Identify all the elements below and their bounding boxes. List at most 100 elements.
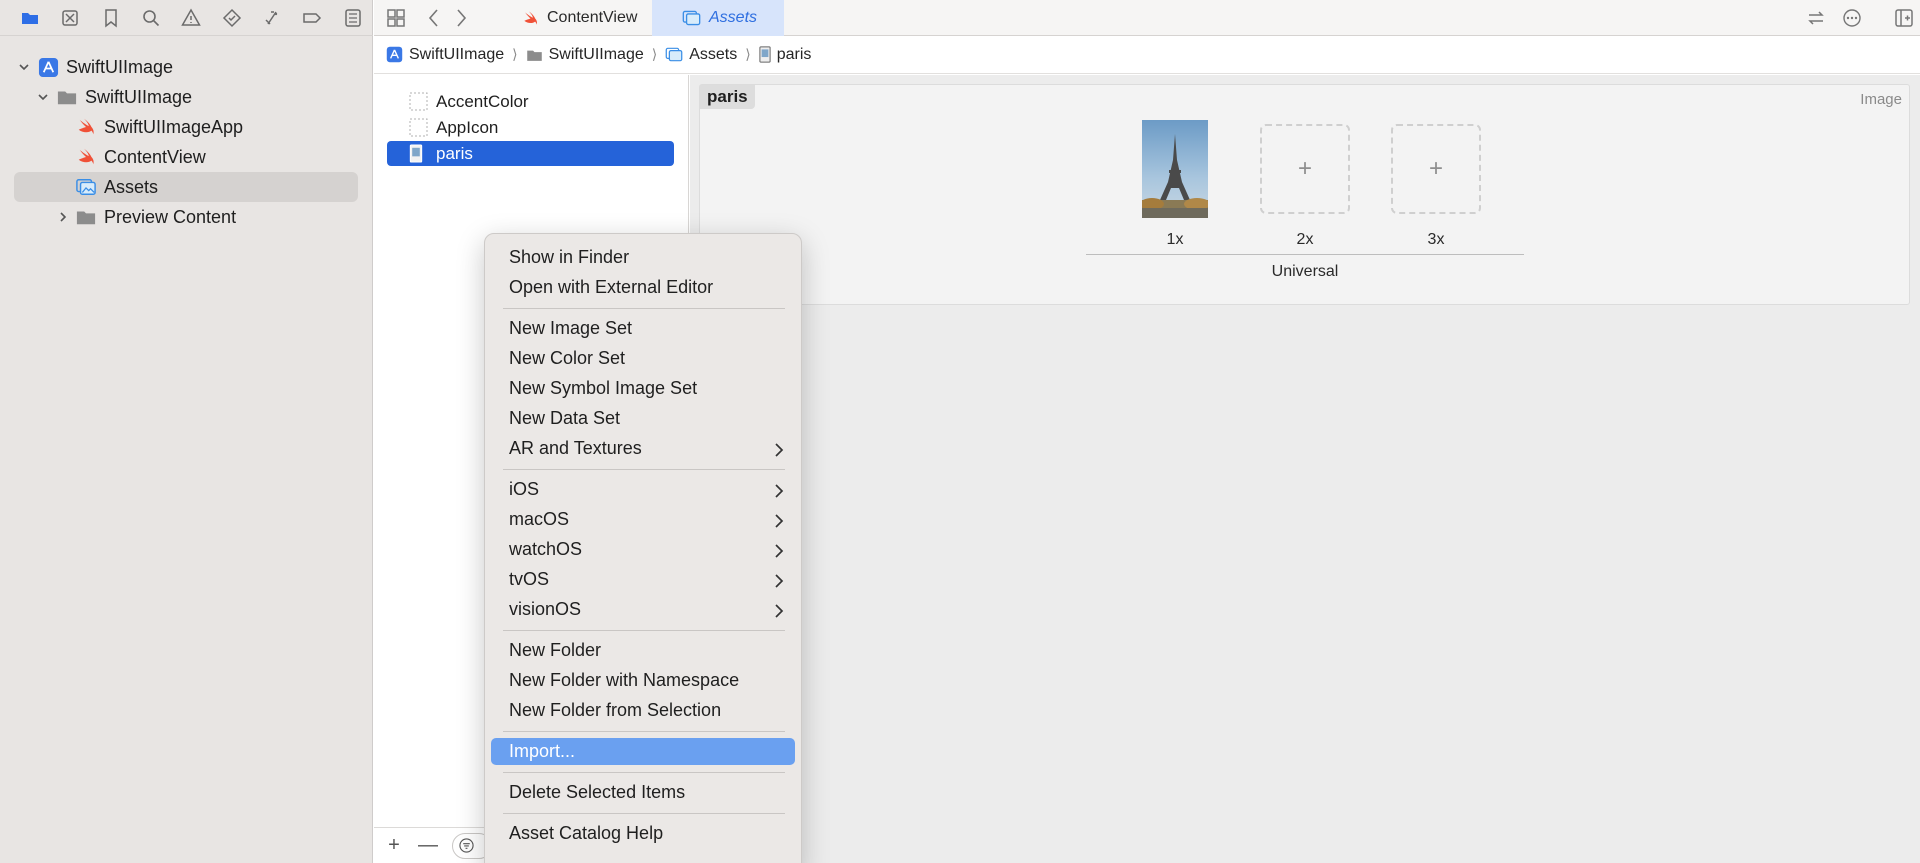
breadcrumb-label: Assets — [689, 45, 738, 63]
image-set-type: Image — [1860, 91, 1902, 108]
app-icon-set-icon — [409, 118, 428, 137]
asset-catalog-icon — [682, 9, 701, 27]
debug-icon[interactable] — [252, 0, 292, 36]
forward-chevron-icon[interactable] — [451, 0, 471, 36]
tree-item-group[interactable]: Preview Content — [0, 202, 372, 232]
menu-separator — [503, 731, 785, 732]
menu-item-label: iOS — [509, 479, 540, 499]
disclosure-collapsed-icon[interactable] — [55, 209, 71, 225]
folder-icon[interactable] — [10, 0, 50, 36]
menu-item-label: New Folder — [509, 640, 602, 660]
swift-icon — [522, 10, 539, 27]
source-control-icon[interactable] — [50, 0, 90, 36]
test-diamond-icon[interactable] — [212, 0, 252, 36]
tab-contentview[interactable]: ContentView — [508, 0, 648, 36]
swift-icon — [75, 146, 97, 168]
menu-item-open-with-external-editor[interactable]: Open with External Editor — [491, 274, 795, 301]
menu-separator — [503, 772, 785, 773]
asset-item-paris[interactable]: paris — [387, 141, 674, 166]
menu-item-new-color-set[interactable]: New Color Set — [491, 345, 795, 372]
menu-item-ios[interactable]: iOS — [491, 476, 795, 503]
menu-item-macos[interactable]: macOS — [491, 506, 795, 533]
breadcrumb-separator: ⟩ — [745, 46, 751, 62]
swap-arrows-icon[interactable] — [1804, 0, 1828, 36]
breadcrumb-label: SwiftUIImage — [409, 45, 505, 63]
chevron-right-icon — [773, 602, 785, 618]
color-set-icon — [409, 92, 428, 111]
menu-item-label: Open with External Editor — [509, 277, 714, 297]
tab-assets[interactable]: Assets — [652, 0, 784, 36]
menu-item-label: New Data Set — [509, 408, 621, 428]
menu-item-new-symbol-image-set[interactable]: New Symbol Image Set — [491, 375, 795, 402]
asset-item-label: AppIcon — [436, 117, 499, 137]
menu-item-new-folder-from-selection[interactable]: New Folder from Selection — [491, 697, 795, 724]
tree-item-file[interactable]: ContentView — [0, 142, 372, 172]
more-options-icon[interactable] — [1840, 0, 1864, 36]
menu-item-new-image-set[interactable]: New Image Set — [491, 315, 795, 342]
tree-item-label: Preview Content — [104, 206, 237, 227]
breadcrumb-separator: ⟩ — [512, 46, 518, 62]
tab-label: ContentView — [547, 9, 638, 26]
menu-item-show-in-finder[interactable]: Show in Finder — [491, 244, 795, 271]
report-icon[interactable] — [333, 0, 373, 36]
folder-icon — [56, 86, 78, 108]
tree-item-file[interactable]: SwiftUIImageApp — [0, 112, 372, 142]
breakpoint-icon[interactable] — [292, 0, 332, 36]
asset-item-label: paris — [436, 143, 473, 163]
menu-item-label: New Image Set — [509, 318, 633, 338]
menu-item-ar-and-textures[interactable]: AR and Textures — [491, 435, 795, 462]
back-chevron-icon[interactable] — [424, 0, 444, 36]
app-project-icon — [37, 56, 59, 78]
menu-item-visionos[interactable]: visionOS — [491, 596, 795, 623]
chevron-right-icon — [773, 441, 785, 457]
navigator-toolbar — [0, 0, 373, 36]
warning-icon[interactable] — [171, 0, 211, 36]
breadcrumb-item[interactable]: SwiftUIImage — [526, 46, 644, 64]
filter-icon — [459, 838, 474, 853]
add-icon[interactable]: + — [384, 834, 404, 856]
menu-item-tvos[interactable]: tvOS — [491, 566, 795, 593]
tree-item-label: SwiftUIImage — [66, 56, 174, 77]
tree-item-project[interactable]: SwiftUIImage — [0, 52, 372, 82]
slot-label-3x: 3x — [1427, 231, 1445, 248]
menu-item-label: Asset Catalog Help — [509, 823, 664, 843]
slot-2x[interactable]: + — [1260, 124, 1350, 214]
menu-separator — [503, 469, 785, 470]
image-thumbnail-1x[interactable] — [1142, 120, 1208, 218]
image-set-icon — [759, 46, 771, 63]
asset-item-appicon[interactable]: AppIcon — [387, 115, 674, 140]
tree-item-label: ContentView — [104, 146, 206, 167]
menu-item-import[interactable]: Import... — [491, 738, 795, 765]
disclosure-expanded-icon[interactable] — [35, 89, 51, 105]
menu-item-watchos[interactable]: watchOS — [491, 536, 795, 563]
breadcrumb-item[interactable]: paris — [759, 46, 811, 64]
menu-item-asset-catalog-help[interactable]: Asset Catalog Help — [491, 820, 795, 847]
add-editor-icon[interactable] — [1892, 0, 1916, 36]
folder-icon — [75, 206, 97, 228]
bookmark-icon[interactable] — [91, 0, 131, 36]
menu-item-label: watchOS — [509, 539, 583, 559]
asset-catalog-icon — [665, 46, 683, 63]
tree-item-group[interactable]: SwiftUIImage — [0, 82, 372, 112]
asset-item-accentcolor[interactable]: AccentColor — [387, 89, 674, 114]
remove-icon[interactable]: — — [418, 834, 438, 856]
image-set-icon — [409, 144, 428, 163]
menu-item-new-data-set[interactable]: New Data Set — [491, 405, 795, 432]
folder-icon — [526, 47, 543, 63]
menu-separator — [503, 813, 785, 814]
menu-item-new-folder[interactable]: New Folder — [491, 637, 795, 664]
menu-item-label: New Folder from Selection — [509, 700, 722, 720]
tree-item-assets[interactable]: Assets — [14, 172, 358, 202]
related-items-grid-icon[interactable] — [384, 0, 408, 36]
image-set-name[interactable]: paris — [700, 85, 755, 109]
chevron-right-icon — [773, 542, 785, 558]
chevron-right-icon — [773, 512, 785, 528]
menu-item-delete-selected-items[interactable]: Delete Selected Items — [491, 779, 795, 806]
search-icon[interactable] — [131, 0, 171, 36]
chevron-right-icon — [773, 572, 785, 588]
breadcrumb-item[interactable]: SwiftUIImage — [386, 46, 504, 64]
disclosure-expanded-icon[interactable] — [16, 59, 32, 75]
menu-item-new-folder-with-namespace[interactable]: New Folder with Namespace — [491, 667, 795, 694]
breadcrumb-item[interactable]: Assets — [665, 46, 737, 64]
slot-3x[interactable]: + — [1391, 124, 1481, 214]
